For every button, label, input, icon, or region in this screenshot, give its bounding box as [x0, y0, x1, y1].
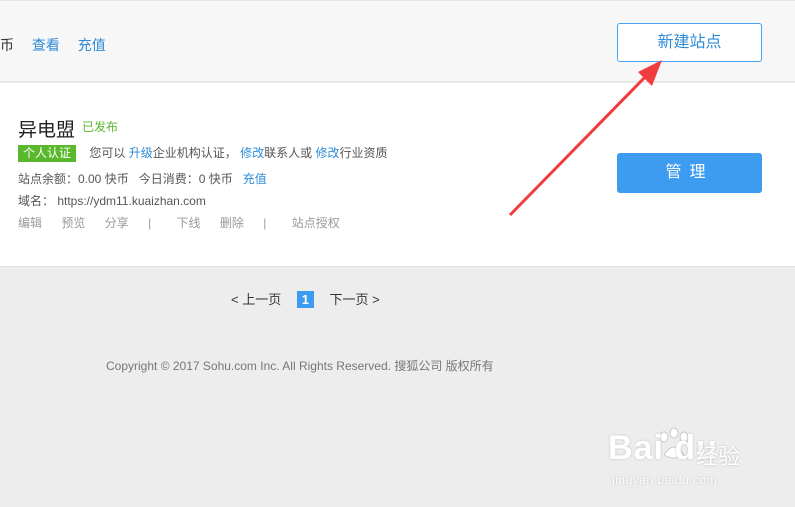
- separator: |: [263, 216, 267, 230]
- recharge-link-top[interactable]: 充值: [78, 37, 106, 53]
- certification-row: 个人认证 您可以 升级企业机构认证， 修改联系人或 修改行业资质: [18, 144, 388, 162]
- coin-info: 币 查看 充值: [0, 35, 106, 55]
- domain-text: 域名： https://ydm11.kuaizhan.com: [18, 194, 206, 208]
- copyright-footer: Copyright © 2017 Sohu.com Inc. All Right…: [106, 359, 494, 373]
- authorize-action[interactable]: 站点授权: [292, 216, 340, 230]
- current-page[interactable]: 1: [296, 291, 314, 308]
- prev-page-link[interactable]: < 上一页: [231, 292, 281, 307]
- you-can-text: 您可以: [89, 146, 126, 160]
- modify-qualification-link[interactable]: 修改: [315, 146, 339, 160]
- balance-row: 站点余额：0.00 快币 今日消费：0 快币 充值: [18, 170, 267, 187]
- site-card: 异电盟 已发布 个人认证 您可以 升级企业机构认证， 修改联系人或 修改行业资质…: [0, 83, 795, 267]
- contact-text: 联系人或: [264, 146, 313, 160]
- modify-contact-link[interactable]: 修改: [240, 146, 264, 160]
- delete-action[interactable]: 删除: [220, 216, 244, 230]
- coin-text: 币: [0, 37, 14, 53]
- recharge-link[interactable]: 充值: [243, 172, 267, 186]
- today-consumption-text: 今日消费：0 快币: [138, 172, 233, 186]
- view-link[interactable]: 查看: [32, 37, 60, 53]
- personal-cert-badge: 个人认证: [18, 145, 77, 162]
- watermark-cn: 经验: [696, 444, 741, 469]
- enterprise-text: 企业机构认证，: [152, 146, 237, 160]
- site-actions: 编辑 预览 分享 | 下线 删除 | 站点授权: [18, 214, 356, 231]
- share-action[interactable]: 分享: [105, 216, 129, 230]
- top-bar: 币 查看 充值 新建站点: [0, 0, 795, 82]
- baidu-jingyan-watermark: Bai du 经验 jingyan.baidu.com: [598, 425, 768, 495]
- upgrade-link[interactable]: 升级: [129, 146, 153, 160]
- edit-action[interactable]: 编辑: [18, 216, 42, 230]
- manage-button[interactable]: 管理: [617, 153, 762, 193]
- pagination: < 上一页 1 下一页 >: [231, 289, 380, 308]
- watermark-url: jingyan.baidu.com: [612, 473, 718, 487]
- offline-action[interactable]: 下线: [177, 216, 201, 230]
- separator: |: [148, 216, 152, 230]
- status-badge: 已发布: [82, 120, 119, 134]
- domain-row: 域名： https://ydm11.kuaizhan.com: [18, 192, 206, 209]
- new-site-button[interactable]: 新建站点: [617, 23, 762, 62]
- next-page-link[interactable]: 下一页 >: [329, 292, 379, 307]
- balance-text: 站点余额：0.00 快币: [18, 172, 129, 186]
- qualification-text: 行业资质: [339, 146, 388, 160]
- site-name[interactable]: 异电盟: [18, 115, 75, 142]
- preview-action[interactable]: 预览: [61, 216, 85, 230]
